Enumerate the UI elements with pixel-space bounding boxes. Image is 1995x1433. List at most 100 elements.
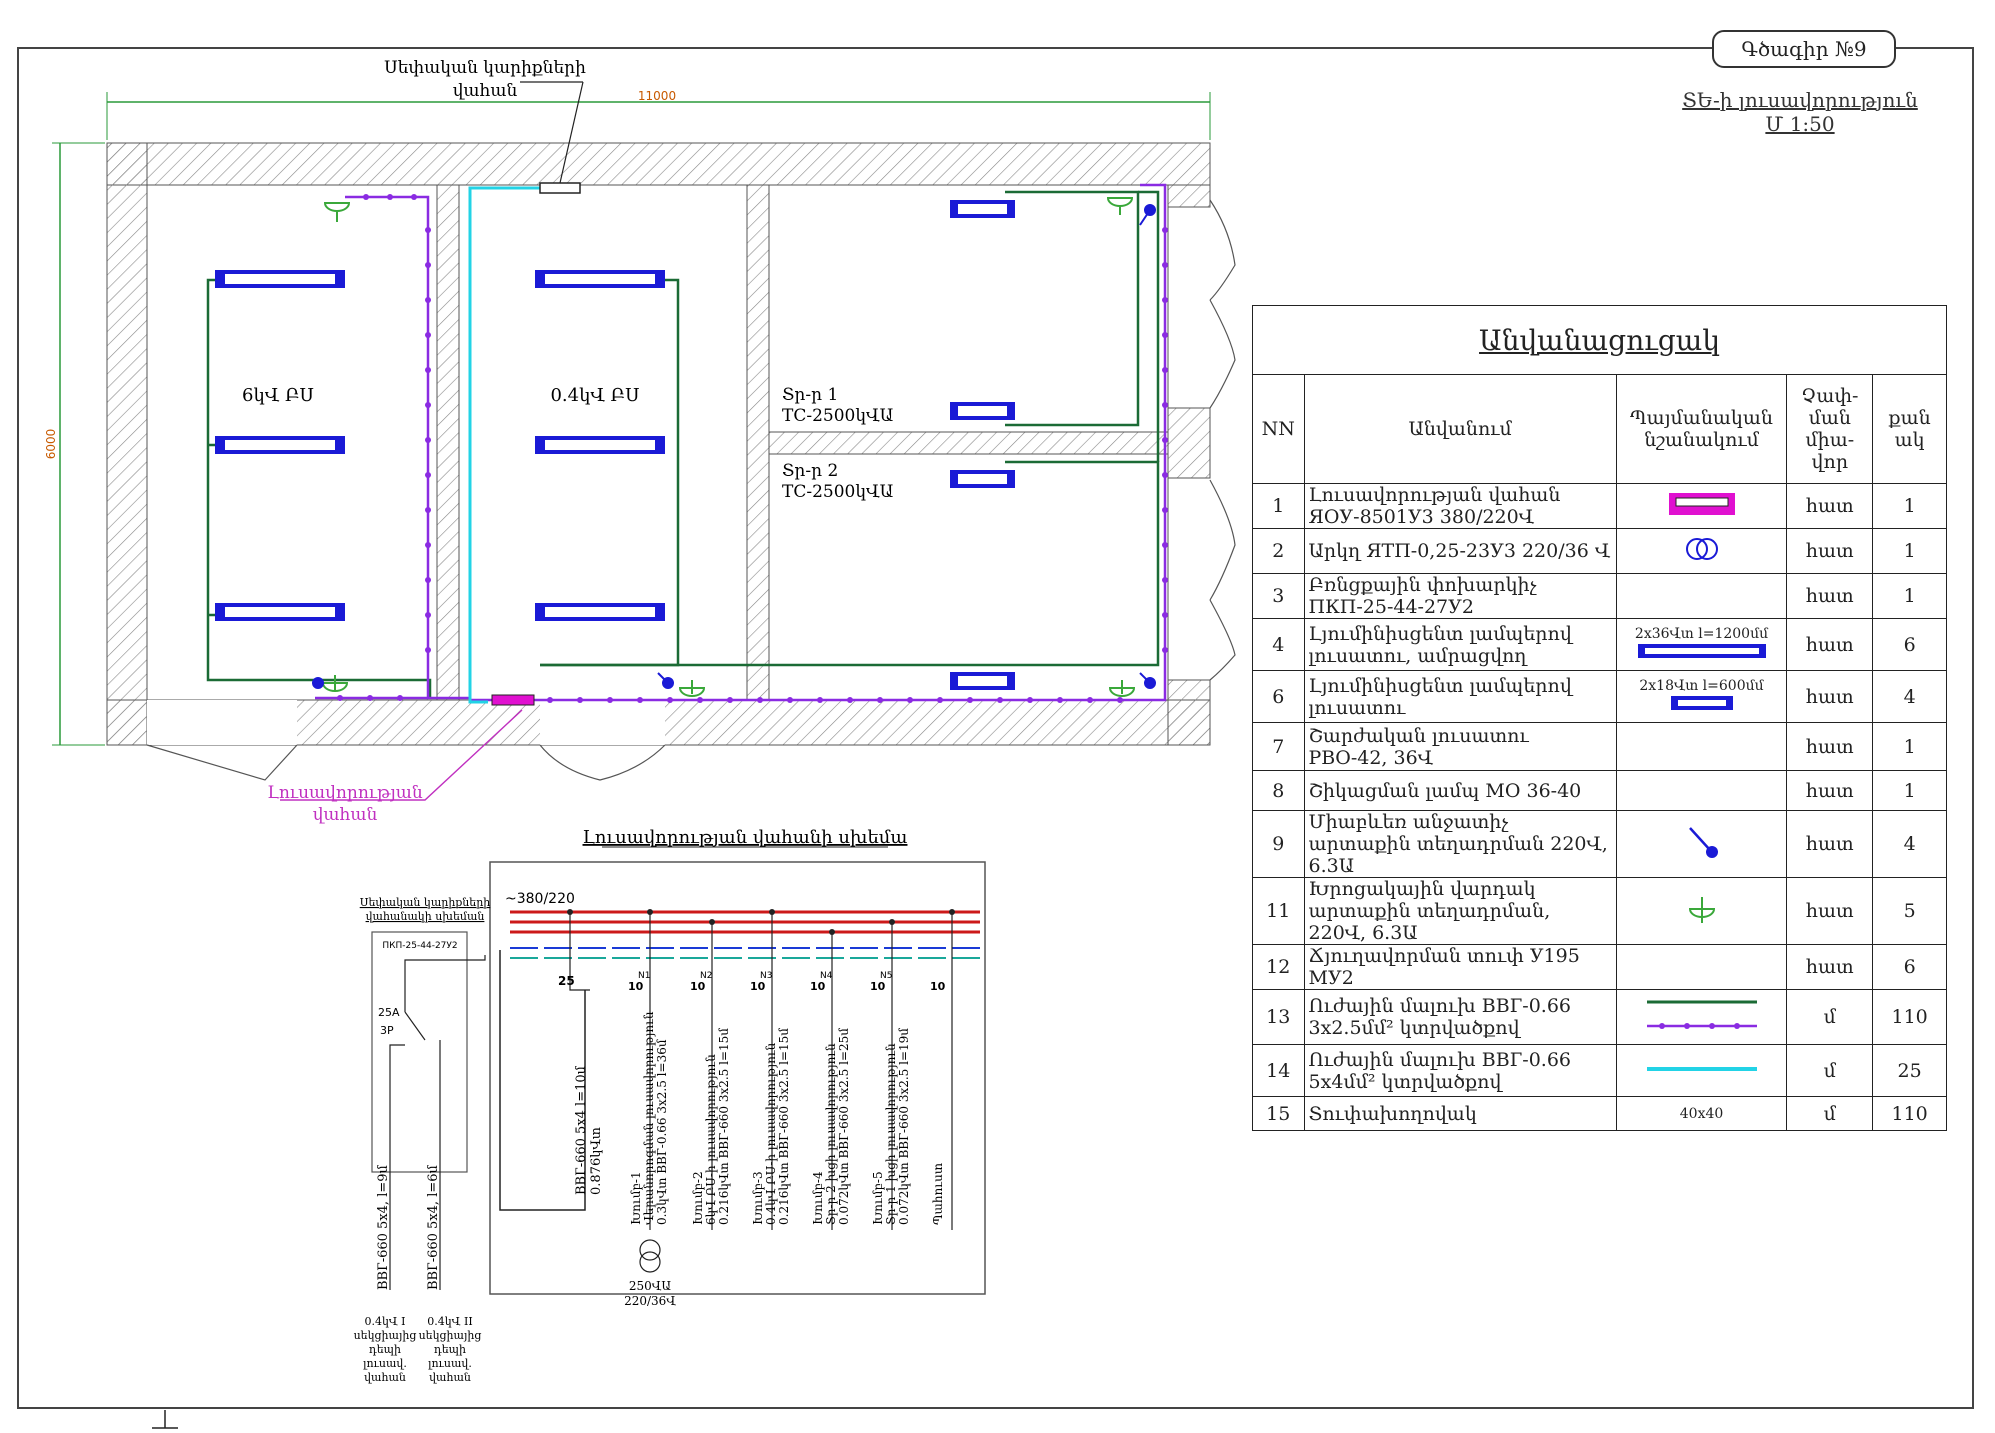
legend-name: Լյումինիսցենտ լամպերով լուսատու, ամրացվո… [1303, 618, 1617, 671]
switch-poles: 3Р [380, 1024, 394, 1037]
plan-dim-width: 11000 [638, 89, 676, 103]
source-label-line: դեպի [434, 1343, 466, 1356]
legend-name: Շարժական լուսատու РВО-42, 36Վ [1303, 722, 1617, 771]
group-label-line: 6կՎ ԲՍ-ի լուսավորություն [704, 1054, 718, 1225]
plan-label-special-panel-1: Սեփական կարիքների [384, 58, 586, 78]
legend-row: 14 Ուժային մալուխ ВВГ-0.66 5х4մմ² կտրվածք… [1252, 1044, 1947, 1097]
feeder-main-line1: ВВГ-660 5х4 l=10մ [574, 1065, 589, 1195]
legend-row: 8 Շիկացման լամպ МО 36-40 հատ 1 [1252, 770, 1947, 811]
left-cable-1: ВВГ-660 5х4, l=9մ [376, 1164, 391, 1290]
legend-row: 4 Լյումինիսցենտ լամպերով լուսատու, ամրացվ… [1252, 618, 1947, 671]
drawing-number: Գծագիր №9 [1712, 30, 1896, 68]
group-breaker-rating: 10 [870, 980, 886, 993]
legend-symbol [1615, 483, 1788, 529]
legend-name: Լուսավորության վահան ЯОУ-8501У3 380/220Վ [1303, 483, 1617, 529]
legend-symbol [1615, 770, 1788, 811]
legend-symbol-icon [1646, 1066, 1757, 1071]
legend-header-symbol: Պայմանական նշանակում [1615, 374, 1788, 484]
legend-symbol [1615, 573, 1788, 619]
legend-qty: 6 [1872, 944, 1947, 990]
legend-symbol-icon [1685, 538, 1718, 560]
floor-plan: 11000 6000 [44, 81, 1236, 801]
legend-nn: 11 [1252, 877, 1305, 945]
legend-symbol [1615, 944, 1788, 990]
group-label-line: Տր-ր 1 խցի լուսավորություն [884, 1043, 898, 1225]
transformer-label-1: 250ՎԱ [629, 1279, 672, 1293]
legend-qty: 4 [1872, 670, 1947, 723]
legend-symbol [1615, 528, 1788, 574]
schematic-title: Լուսավորության վահանի սխեմա [583, 827, 908, 848]
legend-symbol [1615, 1044, 1788, 1097]
switch-rating: 25А [378, 1006, 400, 1019]
legend-qty: 1 [1872, 770, 1947, 811]
legend-symbol: 40x40 [1615, 1096, 1788, 1131]
legend-nn: 7 [1252, 722, 1305, 771]
legend-symbol [1615, 810, 1788, 878]
legend-name: Ուժային մալուխ ВВГ-0.66 3х2.5մմ² կտրվածք… [1303, 989, 1617, 1045]
legend-unit: հատ [1786, 944, 1874, 990]
subtitle-line1: ՏԵ-ի լուսավորություն [1682, 88, 1918, 112]
source-label-line: սեկցիայից [354, 1329, 417, 1342]
legend-name: Արկղ ЯТП-0,25-23У3 220/36 Վ [1303, 528, 1617, 574]
left-schematic-title-1: Սեփական կարիքների [360, 896, 491, 909]
legend-symbol-icon [1668, 493, 1735, 515]
source-label-line: վահան [429, 1371, 471, 1384]
legend-unit: մ [1786, 989, 1874, 1045]
drawing-sheet: 11000 6000 Սեփական կարիքների վահան Լուսա… [0, 0, 1995, 1433]
legend-row: 3 Բռնցքային փոխարկիչ ПКП-25-44-27У2 հատ 1 [1252, 573, 1947, 619]
legend-nn: 4 [1252, 618, 1305, 671]
plan-label-lighting-panel-2: վահան [313, 805, 378, 825]
legend-nn: 15 [1252, 1096, 1305, 1131]
plan-label-lighting-panel-1: Լուսավորության [267, 783, 423, 803]
legend-nn: 9 [1252, 810, 1305, 878]
legend-table: Անվանացուցակ NN Անվանում Պայմանական նշան… [1252, 305, 1947, 1131]
legend-symbol-icon [1688, 897, 1715, 923]
tr1-label-2: ТС-2500կՎԱ [782, 406, 893, 426]
legend-qty: 25 [1872, 1044, 1947, 1097]
left-schematic-title-2: վահանակի սխեման [366, 910, 485, 923]
transformer-label-2: 220/36Վ [624, 1294, 676, 1308]
plan-label-special-panel-2: վահան [453, 81, 518, 101]
legend-unit: հատ [1786, 618, 1874, 671]
legend-unit: հատ [1786, 810, 1874, 878]
special-needs-panel [539, 182, 581, 194]
legend-unit: մ [1786, 1096, 1874, 1131]
legend-nn: 12 [1252, 944, 1305, 990]
tr2-label-1: Տր-ր 2 [782, 461, 838, 481]
legend-symbol: 2x36Վտ l=1200մմ [1615, 618, 1788, 671]
legend-qty: 4 [1872, 810, 1947, 878]
legend-header-qty: քան ակ [1872, 374, 1947, 484]
legend-qty: 1 [1872, 722, 1947, 771]
luminaire-spec: 2x36Վտ l=1200մմ [1634, 625, 1769, 642]
legend-nn: 1 [1252, 483, 1305, 529]
legend-symbol [1615, 722, 1788, 771]
group-breaker-rating: 10 [628, 980, 644, 993]
group-label-line: Խումբ-2 [691, 1171, 705, 1225]
group-label-line: Խումբ-4 [811, 1171, 825, 1225]
schematic-voltage: ~380/220 [505, 891, 575, 907]
legend-unit: մ [1786, 1044, 1874, 1097]
legend-qty: 1 [1872, 528, 1947, 574]
group-breaker-rating: 10 [750, 980, 766, 993]
legend-nn: 8 [1252, 770, 1305, 811]
legend-symbol-icon [1646, 1000, 1757, 1029]
group-label-line: 0.072կՎտ ВВГ-660 3х2.5 l=25մ [837, 1028, 851, 1225]
left-cable-2: ВВГ-660 5х4, l=6մ [426, 1164, 441, 1290]
luminaire-icon [1621, 642, 1783, 664]
legend-header-name: Անվանում [1303, 374, 1617, 484]
group-breaker-rating: 10 [930, 980, 946, 993]
legend-name: Բռնցքային փոխարկիչ ПКП-25-44-27У2 [1303, 573, 1617, 619]
main-breaker-rating: 25 [558, 974, 575, 988]
room-label-04kv: 0.4կՎ ԲՍ [550, 385, 639, 406]
plan-dim-height: 6000 [44, 429, 58, 460]
group-label-line: 0.216կՎտ ВВГ-660 3х2.5 l=15մ [717, 1028, 731, 1225]
legend-unit: հատ [1786, 722, 1874, 771]
legend-unit: հատ [1786, 877, 1874, 945]
legend-name: Լյումինիսցենտ լամպերով լուսատու [1303, 670, 1617, 723]
legend-unit: հատ [1786, 483, 1874, 529]
legend-qty: 1 [1872, 483, 1947, 529]
legend-caption: Անվանացուցակ [1252, 305, 1947, 375]
legend-qty: 6 [1872, 618, 1947, 671]
legend-row: 15 Տուփախողովակ 40x40 մ 110 [1252, 1096, 1947, 1131]
source-label-line: 0.4կՎ II [427, 1315, 472, 1328]
